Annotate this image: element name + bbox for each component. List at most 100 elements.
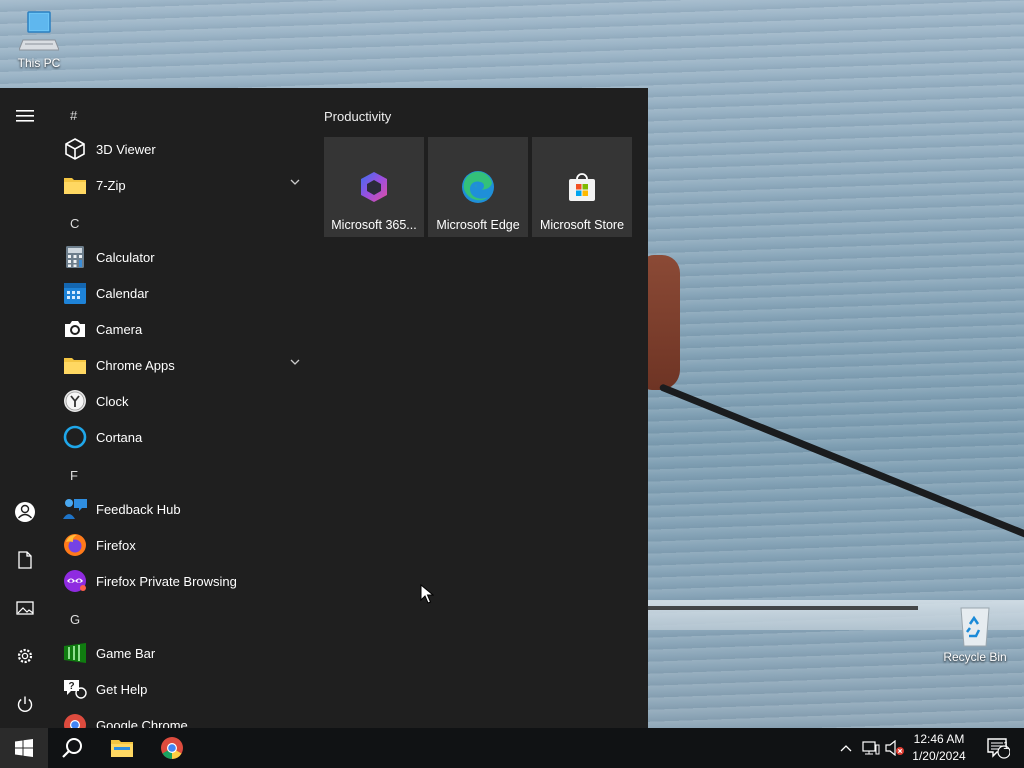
- taskbar-google-chrome[interactable]: [148, 728, 196, 768]
- documents-icon: [18, 551, 32, 569]
- recycle-bin-icon: [960, 607, 990, 647]
- clock-button[interactable]: 12:46 AM 1/20/2024: [905, 731, 973, 765]
- tile-microsoft-365[interactable]: Microsoft 365...: [324, 137, 424, 237]
- app-label: 3D Viewer: [96, 141, 156, 157]
- chevron-down-icon: [290, 359, 300, 365]
- clock-time: 12:46 AM: [913, 732, 965, 746]
- tile-label: Microsoft Store: [539, 218, 625, 232]
- section-letter[interactable]: #: [70, 108, 77, 123]
- app-item-camera[interactable]: Camera: [58, 311, 310, 347]
- app-item-cortana[interactable]: Cortana: [58, 419, 310, 455]
- app-label: Calendar: [96, 285, 149, 301]
- app-item-get-help[interactable]: ? Get Help: [58, 671, 310, 707]
- app-item-google-chrome[interactable]: Google Chrome: [58, 707, 310, 728]
- svg-text:?: ?: [68, 681, 74, 692]
- app-item-clock[interactable]: Clock: [58, 383, 310, 419]
- user-account-icon: [15, 502, 35, 522]
- app-label: Cortana: [96, 429, 143, 445]
- settings-button[interactable]: [0, 636, 50, 676]
- tile-microsoft-store[interactable]: Microsoft Store: [532, 137, 632, 237]
- expand-menu-button[interactable]: [0, 96, 50, 136]
- mouse-cursor-icon: [420, 584, 434, 604]
- clock-icon: [62, 388, 88, 414]
- search-button[interactable]: [48, 728, 96, 768]
- power-button[interactable]: [0, 684, 50, 724]
- app-item-3d-viewer[interactable]: 3D Viewer: [58, 131, 310, 167]
- camera-icon: [62, 316, 88, 342]
- pictures-button[interactable]: [0, 588, 50, 628]
- wallpaper-board-stripe: [648, 606, 918, 610]
- network-icon: [862, 741, 880, 755]
- volume-button[interactable]: [884, 728, 906, 768]
- app-item-game-bar[interactable]: Game Bar: [58, 635, 310, 671]
- pictures-icon: [16, 601, 34, 615]
- tile-microsoft-edge[interactable]: Microsoft Edge: [428, 137, 528, 237]
- app-item-7-zip[interactable]: 7-Zip: [58, 167, 310, 203]
- taskbar-file-explorer[interactable]: [98, 728, 146, 768]
- notification-count: 1: [1002, 740, 1010, 752]
- app-item-chrome-apps[interactable]: Chrome Apps: [58, 347, 310, 383]
- calendar-icon: [62, 280, 88, 306]
- tile-group-title[interactable]: Productivity: [324, 109, 391, 124]
- app-label: Firefox: [96, 537, 136, 553]
- tile-label: Microsoft 365...: [331, 218, 417, 232]
- wallpaper-paddle: [658, 383, 1024, 540]
- app-label: Camera: [96, 321, 143, 337]
- firefox-private-icon: [62, 568, 88, 594]
- app-label: Game Bar: [96, 645, 156, 661]
- feedback-hub-icon: [62, 496, 88, 522]
- app-item-calculator[interactable]: Calculator: [58, 239, 310, 275]
- store-icon: [569, 173, 595, 201]
- section-letter[interactable]: F: [70, 468, 78, 483]
- app-label: Chrome Apps: [96, 357, 175, 373]
- chrome-icon: [161, 737, 183, 759]
- 3d-viewer-icon: [62, 136, 88, 162]
- app-label: Google Chrome: [96, 717, 188, 729]
- file-explorer-icon: [111, 740, 133, 757]
- volume-muted-icon: [885, 740, 904, 756]
- get-help-icon: ?: [62, 676, 88, 702]
- app-item-calendar[interactable]: Calendar: [58, 275, 310, 311]
- start-button-icon: [15, 739, 33, 757]
- section-letter[interactable]: G: [70, 612, 80, 627]
- app-label: Calculator: [96, 249, 155, 265]
- app-label: Feedback Hub: [96, 501, 181, 517]
- settings-gear-icon: [17, 648, 33, 664]
- cortana-icon: [62, 424, 88, 450]
- app-item-firefox-private-browsing[interactable]: Firefox Private Browsing: [58, 563, 310, 599]
- computer-icon: [19, 11, 59, 51]
- calculator-icon: [62, 244, 88, 270]
- desktop-icon-label: Recycle Bin: [943, 650, 1007, 664]
- desktop-icon-label: This PC: [17, 56, 61, 70]
- app-label: 7-Zip: [96, 177, 126, 193]
- app-label: Get Help: [96, 681, 148, 697]
- start-menu-rail: [0, 88, 50, 728]
- app-item-firefox[interactable]: Firefox: [58, 527, 310, 563]
- start-menu: # 3D Viewer 7-Zip C Calculator Calendar …: [0, 88, 648, 728]
- desktop-icon-recycle-bin[interactable]: Recycle Bin: [937, 604, 1013, 664]
- desktop-icon-this-pc[interactable]: This PC: [1, 10, 77, 70]
- clock-date: 1/20/2024: [912, 749, 966, 763]
- power-icon: [17, 696, 33, 712]
- edge-icon: [462, 171, 494, 203]
- hamburger-menu-icon: [16, 110, 34, 122]
- app-item-feedback-hub[interactable]: Feedback Hub: [58, 491, 310, 527]
- tile-label: Microsoft Edge: [436, 218, 520, 232]
- app-list: # 3D Viewer 7-Zip C Calculator Calendar …: [50, 88, 310, 728]
- folder-icon: [62, 352, 88, 378]
- network-button[interactable]: [860, 728, 882, 768]
- section-letter[interactable]: C: [70, 216, 79, 231]
- taskbar: 12:46 AM 1/20/2024 1: [0, 728, 1024, 768]
- folder-icon: [62, 172, 88, 198]
- action-center-button[interactable]: 1: [978, 728, 1018, 768]
- chrome-icon: [62, 712, 88, 728]
- show-hidden-icons-button[interactable]: [836, 728, 856, 768]
- microsoft-365-icon: [361, 172, 387, 202]
- start-button[interactable]: [0, 728, 48, 768]
- documents-button[interactable]: [0, 540, 50, 580]
- app-label: Clock: [96, 393, 129, 409]
- user-account-button[interactable]: [0, 492, 50, 532]
- show-hidden-icons-chevron: [840, 745, 852, 752]
- chevron-down-icon: [290, 179, 300, 185]
- firefox-icon: [62, 532, 88, 558]
